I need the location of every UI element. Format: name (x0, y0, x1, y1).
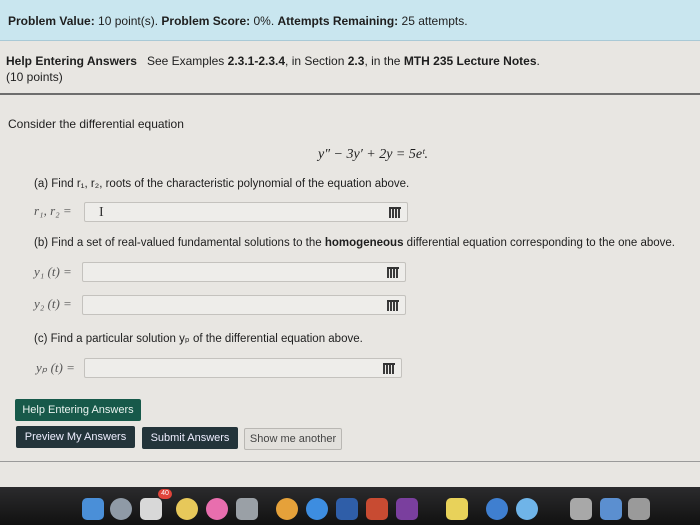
period: . (536, 54, 540, 68)
y1-label: y₁ (t) = (34, 264, 72, 279)
problem-score-label: Problem Score: (161, 14, 251, 28)
status-line: Problem Value: 10 point(s). Problem Scor… (8, 14, 468, 28)
app-icon[interactable] (600, 498, 622, 520)
stickies-icon[interactable] (446, 498, 468, 520)
yp-input[interactable] (84, 358, 402, 378)
powerpoint-icon[interactable] (366, 498, 388, 520)
equation-editor-icon[interactable] (387, 300, 399, 311)
equation-editor-icon[interactable] (383, 363, 395, 374)
app-icon[interactable] (570, 498, 592, 520)
part-c-question: (c) Find a particular solution yₚ of the… (34, 333, 363, 345)
app-icon[interactable] (140, 498, 162, 520)
finder-icon[interactable] (82, 498, 104, 520)
problem-sheet: Help Entering Answers See Examples 2.3.1… (0, 41, 700, 487)
problem-status-bar: Problem Value: 10 point(s). Problem Scor… (0, 0, 700, 41)
itunes-icon[interactable] (206, 498, 228, 520)
trash-icon[interactable] (628, 498, 650, 520)
onenote-icon[interactable] (396, 498, 418, 520)
part-b-pre: (b) Find a set of real-valued fundamenta… (34, 237, 322, 249)
problem-value-label: Problem Value: (8, 14, 95, 28)
chrome-icon[interactable] (276, 498, 298, 520)
preview-answers-button[interactable]: Preview My Answers (16, 426, 135, 448)
part-b-post: differential equation corresponding to t… (406, 237, 675, 249)
bottom-divider (0, 461, 700, 462)
show-another-button[interactable]: Show me another (244, 428, 342, 450)
y2-label: y₂ (t) = (34, 296, 72, 311)
problem-score: 0%. (253, 14, 275, 28)
roots-input[interactable]: I (84, 202, 408, 222)
photos-icon[interactable] (176, 498, 198, 520)
y2-input[interactable] (82, 295, 406, 315)
submit-answers-button[interactable]: Submit Answers (142, 427, 238, 449)
help-title: Help Entering Answers (6, 54, 137, 68)
see-text: See Examples (146, 54, 225, 68)
yp-label: yₚ (t) = (36, 360, 75, 375)
examples-range: 2.3.1-2.3.4 (227, 54, 286, 68)
part-b-question: (b) Find a set of real-valued fundamenta… (34, 237, 675, 249)
problem-value: 10 point(s). (98, 14, 159, 28)
roots-label: r₁, r₂ = (34, 203, 72, 218)
lecture-notes-name: MTH 235 Lecture Notes (403, 54, 537, 68)
attempts-label: Attempts Remaining: (277, 14, 399, 28)
text-cursor-icon: I (99, 205, 104, 220)
word-icon[interactable] (336, 498, 358, 520)
app-icon[interactable] (236, 498, 258, 520)
help-header: Help Entering Answers See Examples 2.3.1… (0, 50, 700, 92)
section-number: 2.3 (347, 54, 365, 68)
attempts-remaining: 25 attempts. (401, 14, 468, 28)
app-icon[interactable] (516, 498, 538, 520)
in-section-text: , in Section (285, 54, 345, 68)
part-a-question: (a) Find r₁, r₂, roots of the characteri… (34, 178, 410, 190)
macos-dock: 40 (0, 487, 700, 525)
notification-badge: 40 (158, 489, 172, 499)
launchpad-icon[interactable] (110, 498, 132, 520)
problem-intro: Consider the differential equation (8, 117, 184, 131)
in-the-text: , in the (364, 54, 401, 68)
divider (0, 93, 700, 95)
differential-equation: y″ − 3y′ + 2y = 5eᵗ. (318, 147, 428, 162)
equation-editor-icon[interactable] (389, 207, 401, 218)
equation-editor-icon[interactable] (387, 267, 399, 278)
y1-input[interactable] (82, 262, 406, 282)
part-b-bold: homogeneous (324, 237, 404, 249)
help-line: Help Entering Answers See Examples 2.3.1… (6, 54, 540, 68)
search-icon[interactable] (486, 498, 508, 520)
safari-icon[interactable] (306, 498, 328, 520)
points-text: (10 points) (6, 70, 63, 84)
help-entering-answers-button[interactable]: Help Entering Answers (15, 399, 141, 421)
